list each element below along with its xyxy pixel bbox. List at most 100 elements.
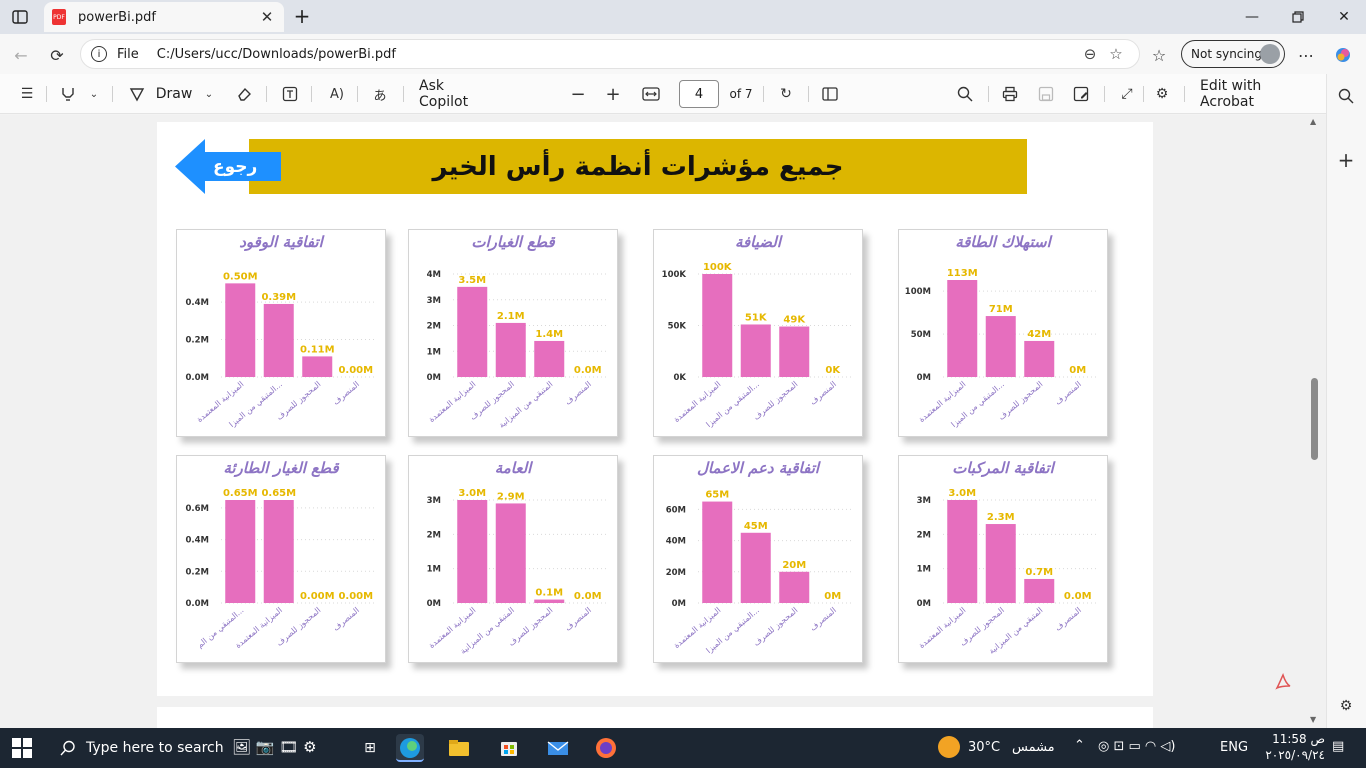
zoom-out-icon[interactable]: − (569, 82, 587, 106)
sidebar-toggle-icon[interactable] (8, 6, 32, 28)
bar[interactable] (225, 283, 256, 377)
draw-button[interactable]: Draw (156, 82, 193, 106)
bar[interactable] (702, 501, 733, 603)
bar[interactable] (985, 316, 1016, 377)
bar[interactable] (302, 356, 333, 377)
file-explorer-icon[interactable] (445, 734, 473, 762)
bar-chart: 3M2M1M0M3.0Mالميزانية المعتمدة2.9Mالمتبق… (427, 488, 607, 656)
edge-taskbar-icon[interactable] (396, 734, 424, 762)
bar[interactable] (1024, 340, 1055, 377)
data-label: 0.50M (223, 271, 258, 282)
tray-app-icons[interactable]: ◎ ⊡ ▭ ◠ ◁) (1098, 739, 1175, 754)
bar[interactable] (740, 532, 771, 603)
favorite-star-icon[interactable]: ☆ (1103, 45, 1129, 63)
translate-icon[interactable]: あ (369, 82, 391, 106)
tray-overflow-chevron-up-icon[interactable]: ⌃ (1074, 738, 1085, 753)
browser-tab[interactable]: PDF powerBi.pdf ✕ (44, 2, 284, 32)
bar[interactable] (740, 324, 771, 377)
bar[interactable] (1024, 578, 1055, 603)
notifications-icon[interactable]: ▤ (1332, 739, 1344, 754)
y-tick-label: 2M (427, 322, 441, 332)
language-indicator[interactable]: ENG (1220, 740, 1248, 755)
bar[interactable] (457, 286, 488, 377)
favorites-icon[interactable]: ☆ (1146, 42, 1172, 68)
close-window-icon[interactable]: ✕ (1330, 6, 1358, 28)
acrobat-icon[interactable] (1272, 671, 1294, 693)
more-menu-icon[interactable]: ⋯ (1293, 42, 1319, 68)
save-icon[interactable] (1036, 82, 1056, 106)
weather-icon[interactable] (938, 736, 960, 758)
draw-icon[interactable] (127, 82, 147, 106)
sidebar-add-icon[interactable]: + (1335, 148, 1357, 172)
read-aloud-icon[interactable]: A) (326, 82, 348, 106)
close-tab-icon[interactable]: ✕ (258, 8, 276, 26)
text-box-icon[interactable] (280, 82, 300, 106)
chart-card: اتفاقية دعم الاعمال 60M 40M 20M 0M 65M الميزان… (653, 455, 863, 663)
eraser-icon[interactable] (234, 82, 254, 106)
y-tick-label: 50K (668, 322, 687, 332)
back-button-label[interactable]: رجوع (213, 157, 257, 177)
bar[interactable] (457, 500, 488, 603)
zoom-in-icon[interactable]: + (604, 82, 622, 106)
refresh-icon[interactable]: ⟳ (44, 42, 70, 68)
new-tab-button[interactable]: + (290, 4, 314, 28)
scroll-down-icon[interactable]: ▼ (1310, 715, 1316, 724)
clock[interactable]: 11:58 ص ٢٠٢٥/٠٩/٢٤ (1255, 731, 1325, 763)
taskbar-search[interactable]: Type here to search (48, 728, 228, 768)
back-icon[interactable]: ← (8, 42, 34, 68)
highlight-icon[interactable] (58, 82, 78, 106)
weather-status[interactable]: مشمس (1012, 740, 1055, 755)
bar[interactable] (947, 500, 978, 603)
store-icon[interactable] (495, 734, 523, 762)
temperature[interactable]: 30°C (968, 740, 1000, 755)
copilot-icon[interactable] (1330, 42, 1356, 68)
bar[interactable] (495, 503, 526, 603)
search-highlights-icons[interactable]: 🖼 📷 🎞 ⚙ (232, 738, 352, 758)
profile-sync-button[interactable]: Not syncing (1181, 40, 1285, 68)
zoom-icon[interactable]: ⊖ (1077, 45, 1103, 63)
bar[interactable] (779, 571, 810, 603)
scroll-up-icon[interactable]: ▲ (1310, 117, 1316, 126)
bar[interactable] (263, 500, 294, 603)
page-number-input[interactable]: 4 (679, 80, 719, 108)
bar-chart: 100K50K0K100Kالميزانية المعتمدة51Kالمتبق… (662, 262, 852, 429)
firefox-icon[interactable] (592, 734, 620, 762)
bar[interactable] (985, 524, 1016, 603)
y-tick-label: 0.0M (185, 599, 209, 609)
rotate-icon[interactable]: ↻ (776, 82, 796, 106)
pdf-viewer[interactable]: جميع مؤشرات أنظمة رأس الخير رجوع استهلاك… (0, 115, 1326, 728)
bar[interactable] (495, 322, 526, 377)
mail-icon[interactable] (544, 734, 572, 762)
bar[interactable] (702, 274, 733, 377)
bar[interactable] (779, 326, 810, 377)
settings-gear-icon[interactable]: ⚙ (1152, 82, 1172, 106)
edit-with-acrobat-button[interactable]: Edit with Acrobat (1200, 78, 1312, 110)
sidebar-settings-gear-icon[interactable]: ⚙ (1335, 694, 1357, 718)
address-bar[interactable]: i File C:/Users/ucc/Downloads/powerBi.pd… (80, 39, 1140, 69)
ask-copilot-button[interactable]: Ask Copilot (419, 78, 491, 110)
bar[interactable] (534, 340, 565, 377)
bar[interactable] (534, 599, 565, 603)
draw-chevron-down-icon[interactable]: ⌄ (201, 82, 217, 106)
fit-page-icon[interactable] (641, 82, 661, 106)
url-text[interactable]: C:/Users/ucc/Downloads/powerBi.pdf (157, 47, 1077, 62)
data-label: 2.1M (497, 311, 525, 322)
bar[interactable] (225, 500, 256, 603)
save-as-icon[interactable] (1071, 82, 1091, 106)
minimize-icon[interactable]: — (1238, 6, 1266, 28)
bar[interactable] (263, 303, 294, 377)
maximize-icon[interactable] (1284, 6, 1312, 28)
task-view-icon[interactable]: ⊞ (356, 734, 384, 762)
page-view-icon[interactable] (820, 82, 840, 106)
highlight-chevron-down-icon[interactable]: ⌄ (86, 82, 102, 106)
search-icon[interactable] (955, 82, 975, 106)
info-icon[interactable]: i (91, 46, 107, 62)
windows-start-icon[interactable] (12, 738, 32, 758)
fullscreen-icon[interactable]: ⤢ (1117, 82, 1137, 106)
bar[interactable] (947, 280, 978, 377)
contents-icon[interactable]: ☰ (16, 82, 38, 106)
scrollbar-thumb[interactable] (1311, 378, 1318, 460)
sidebar-search-icon[interactable] (1335, 84, 1357, 108)
data-label: 3.5M (458, 275, 486, 286)
print-icon[interactable] (1000, 82, 1020, 106)
